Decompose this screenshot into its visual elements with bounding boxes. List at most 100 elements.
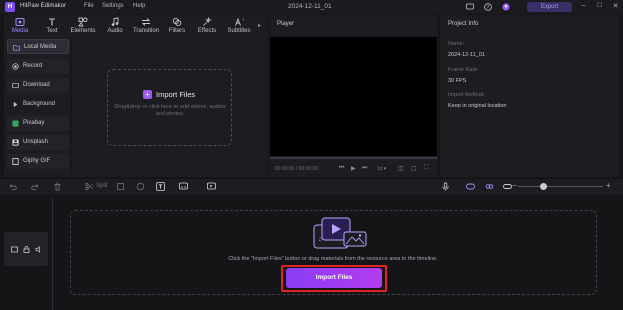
sidebar-item-download[interactable]: Download <box>7 78 69 93</box>
sidebar-item-record[interactable]: Record <box>7 59 69 74</box>
import-media-illustration-icon: ♫ <box>313 217 367 249</box>
player-title: Player <box>277 21 295 27</box>
zoom-in-icon[interactable]: + <box>606 181 611 190</box>
media-icon <box>15 18 25 26</box>
split-label[interactable]: Split <box>96 183 108 189</box>
sidebar-item-label: Download <box>23 82 50 88</box>
tab-label: Text <box>46 28 58 34</box>
sidebar-item-label: Background <box>23 101 56 107</box>
download-icon <box>12 82 19 89</box>
subtitles-icon: + <box>235 18 244 26</box>
time-total: 00:00:00 <box>298 166 319 172</box>
tab-elements[interactable]: Elements <box>68 16 98 36</box>
project-title: 2024-12-11_01 <box>288 3 332 10</box>
fullscreen-icon[interactable]: ⛶ <box>424 165 428 172</box>
speed-value: 1x <box>377 166 383 172</box>
import-files-description: Drag&drop or click here to add videos, a… <box>114 104 226 117</box>
undo-icon[interactable] <box>8 182 17 191</box>
tab-label: Effects <box>197 28 217 34</box>
feedback-icon[interactable] <box>466 3 474 11</box>
track-mute-icon[interactable] <box>35 246 42 253</box>
speed-icon[interactable] <box>136 182 145 191</box>
filters-icon <box>172 17 182 27</box>
tabs-scroll-right-icon[interactable]: ▸ <box>258 22 261 29</box>
delete-icon[interactable] <box>53 182 62 191</box>
zoom-out-icon[interactable]: − <box>512 181 517 190</box>
triangle-right-icon <box>13 101 18 108</box>
import-files-button[interactable]: Import Files <box>286 268 382 288</box>
plus-icon[interactable]: + <box>143 90 152 99</box>
unsplash-icon <box>12 139 19 146</box>
tab-label: Transition <box>132 28 160 34</box>
project-name-label: Name: <box>448 41 465 47</box>
microphone-icon[interactable] <box>441 182 450 191</box>
subtitle-tool-icon[interactable] <box>179 182 188 191</box>
time-current: 00:00:00 <box>275 166 295 172</box>
redo-icon[interactable] <box>31 182 40 191</box>
tab-media[interactable]: Media <box>5 16 35 36</box>
elements-icon <box>78 17 88 27</box>
sidebar-item-pixabay[interactable]: Pixabay <box>7 116 69 131</box>
tab-subtitles[interactable]: + Subtitles <box>224 16 254 36</box>
sidebar-item-label: Record <box>23 63 43 69</box>
next-frame-icon[interactable]: ⏭ <box>362 165 367 172</box>
frame-rate-value: 30 FPS <box>448 78 467 84</box>
speed-select[interactable]: 1x ▾ <box>377 166 386 172</box>
import-method-label: Import Method: <box>448 92 485 98</box>
sidebar-item-unsplash[interactable]: Unsplash <box>7 135 69 150</box>
menu-help[interactable]: Help <box>133 3 145 9</box>
account-icon[interactable] <box>502 3 510 11</box>
track-header <box>4 232 48 266</box>
link-icon[interactable] <box>485 182 494 191</box>
import-method-value: Keep in original location <box>448 103 507 109</box>
giphy-icon <box>12 158 19 165</box>
tab-effects[interactable]: Effects <box>192 16 222 36</box>
tab-text[interactable]: Text <box>37 16 67 36</box>
record-icon <box>12 63 19 70</box>
magnet-icon[interactable] <box>503 182 512 191</box>
minimize-icon[interactable]: – <box>579 2 588 9</box>
zoom-slider-handle[interactable] <box>540 183 547 190</box>
aspect-ratio-icon[interactable]: ▢ <box>411 165 417 172</box>
crop-icon[interactable] <box>116 182 125 191</box>
app-name: HitPaw Edimakor <box>20 3 67 9</box>
track-lock-icon[interactable] <box>23 246 30 253</box>
export-button[interactable]: Export <box>527 2 572 12</box>
audio-icon <box>111 17 119 26</box>
track-video-icon[interactable] <box>11 246 18 253</box>
tab-transition[interactable]: Transition <box>131 16 161 36</box>
snapshot-icon[interactable]: ◫ <box>398 165 404 172</box>
effects-icon <box>203 17 212 26</box>
tab-audio[interactable]: Audio <box>100 16 130 36</box>
split-icon[interactable] <box>85 182 94 191</box>
transition-icon <box>141 18 151 26</box>
text-tool-icon[interactable] <box>156 182 165 191</box>
project-name-value: 2024-12-11_01 <box>448 52 485 58</box>
prev-frame-icon[interactable]: ⏮ <box>339 165 344 172</box>
player-scrubber[interactable] <box>270 157 437 159</box>
close-icon[interactable]: ✕ <box>611 2 620 10</box>
snap-icon[interactable] <box>466 182 475 191</box>
sidebar-item-label: Pixabay <box>23 120 45 126</box>
pixabay-icon <box>12 120 19 127</box>
zoom-slider[interactable] <box>518 186 603 187</box>
help-icon[interactable]: ? <box>484 3 492 11</box>
tab-label: Subtitles <box>227 28 251 34</box>
sidebar-item-background[interactable]: Background <box>7 97 69 112</box>
import-files-title[interactable]: Import Files <box>156 90 195 99</box>
sidebar-item-label: Local Media <box>24 44 57 50</box>
tab-filters[interactable]: Filters <box>162 16 192 36</box>
app-logo-icon: H <box>5 2 15 12</box>
svg-text:?: ? <box>487 5 490 11</box>
ai-tool-icon[interactable] <box>207 182 216 191</box>
maximize-icon[interactable]: □ <box>595 2 604 9</box>
sidebar-item-local-media[interactable]: Local Media <box>7 39 69 54</box>
sidebar-item-giphy[interactable]: Giphy GIF <box>7 154 69 169</box>
menu-settings[interactable]: Settings <box>102 3 124 9</box>
tab-label: Audio <box>107 28 123 34</box>
frame-rate-label: Frame Rate: <box>448 67 479 73</box>
track-header-divider <box>52 196 53 310</box>
play-icon[interactable]: ▶ <box>351 165 356 172</box>
menu-file[interactable]: File <box>84 3 94 9</box>
folder-icon <box>13 44 20 51</box>
